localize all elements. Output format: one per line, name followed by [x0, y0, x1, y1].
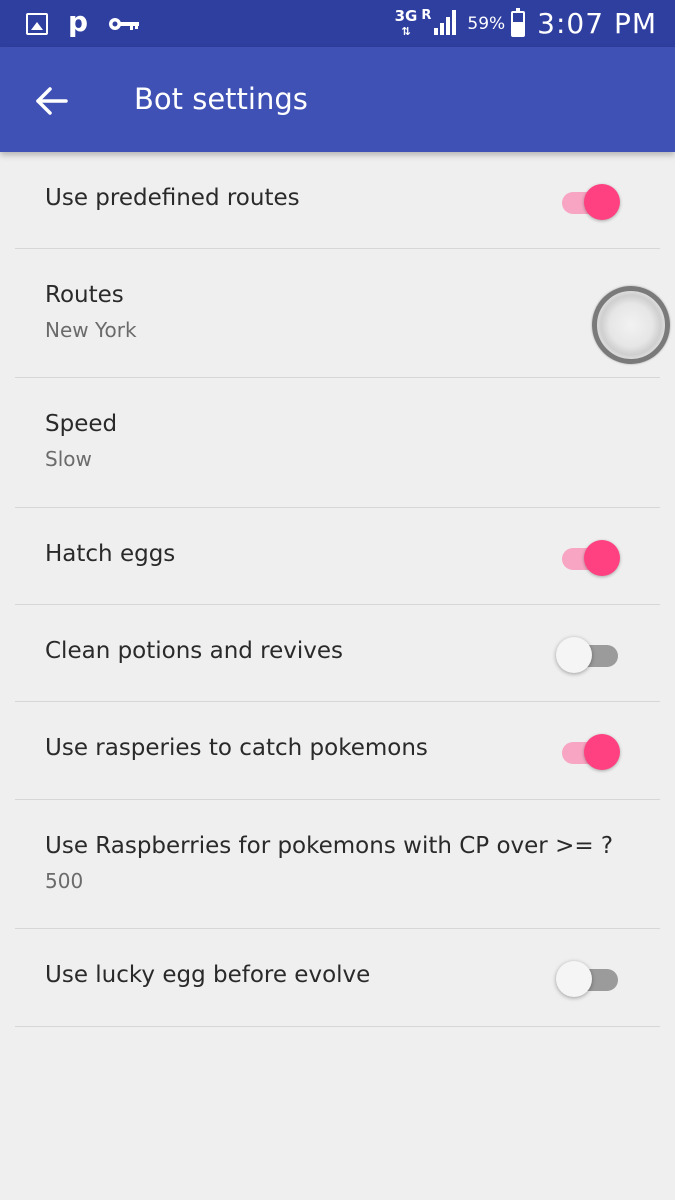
setting-routes[interactable]: Routes New York	[0, 249, 675, 378]
battery-percent: 59%	[467, 13, 506, 34]
setting-summary: Slow	[45, 447, 92, 471]
switch-thumb	[556, 637, 592, 673]
switch-thumb	[556, 961, 592, 997]
status-bar: p 3G ⇅ R 59% 3:07 PM	[0, 0, 675, 47]
signal-icon	[433, 8, 459, 40]
hatch-eggs-switch[interactable]	[560, 536, 624, 576]
setting-title: Routes	[45, 282, 124, 308]
gallery-icon	[26, 13, 48, 35]
network-type: 3G	[394, 6, 418, 25]
battery-level-fill	[513, 21, 524, 35]
setting-title: Speed	[45, 411, 118, 437]
setting-summary: 500	[45, 869, 84, 893]
divider	[15, 1026, 660, 1027]
touch-indicator	[592, 286, 670, 364]
page-title: Bot settings	[134, 82, 308, 116]
switch-thumb	[584, 734, 620, 770]
setting-title: Hatch eggs	[45, 541, 176, 567]
setting-title: Use predefined routes	[45, 185, 300, 211]
key-icon	[108, 16, 140, 32]
back-button[interactable]	[32, 81, 72, 121]
app-bar: Bot settings	[0, 47, 675, 152]
setting-summary: New York	[45, 318, 137, 342]
arrow-left-icon	[36, 87, 68, 115]
setting-hatch-eggs[interactable]: Hatch eggs	[0, 508, 675, 605]
switch-thumb	[584, 184, 620, 220]
setting-use-rasperies[interactable]: Use rasperies to catch pokemons	[0, 702, 675, 800]
use-lucky-egg-switch[interactable]	[556, 957, 624, 997]
battery-icon	[511, 7, 526, 37]
setting-title: Use rasperies to catch pokemons	[45, 735, 428, 761]
p-icon: p	[68, 5, 89, 38]
setting-raspberries-cp-threshold[interactable]: Use Raspberries for pokemons with CP ove…	[0, 800, 675, 929]
status-bar-left: p	[26, 8, 160, 40]
switch-thumb	[584, 540, 620, 576]
clock: 3:07 PM	[537, 7, 657, 40]
setting-title: Clean potions and revives	[45, 638, 344, 664]
roaming-indicator: R	[421, 8, 432, 23]
setting-title: Use lucky egg before evolve	[45, 962, 371, 988]
status-bar-right: 3G ⇅ R 59% 3:07 PM	[395, 0, 657, 47]
setting-use-predefined-routes[interactable]: Use predefined routes	[0, 152, 675, 249]
clean-potions-switch[interactable]	[556, 633, 624, 673]
setting-speed[interactable]: Speed Slow	[0, 378, 675, 508]
network-indicator: 3G ⇅	[394, 6, 418, 39]
use-rasperies-switch[interactable]	[560, 730, 624, 770]
data-activity-icon: ⇅	[401, 24, 411, 38]
setting-clean-potions-and-revives[interactable]: Clean potions and revives	[0, 605, 675, 702]
use-predefined-routes-switch[interactable]	[560, 180, 624, 220]
setting-use-lucky-egg[interactable]: Use lucky egg before evolve	[0, 929, 675, 1027]
settings-list: Use predefined routes Routes New York Sp…	[0, 152, 675, 1027]
setting-title: Use Raspberries for pokemons with CP ove…	[45, 833, 614, 859]
